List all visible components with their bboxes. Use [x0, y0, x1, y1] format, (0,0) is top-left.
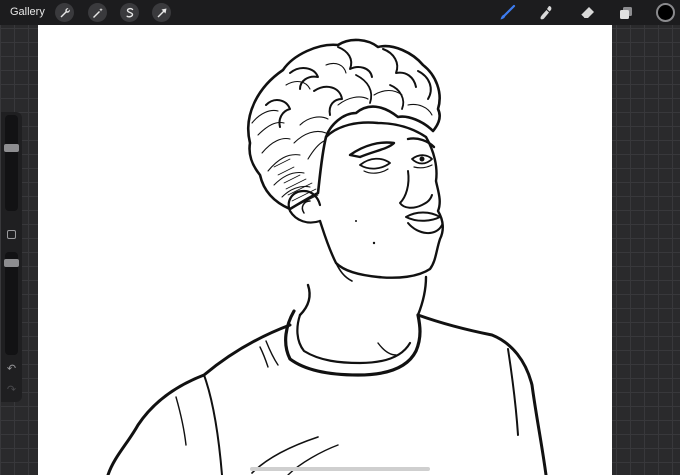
undo-icon[interactable]: ↶ — [5, 363, 18, 375]
eyebrow-left — [348, 141, 396, 159]
eraser-icon — [580, 6, 594, 18]
smudge-tool-button[interactable] — [537, 3, 557, 22]
face-outline — [318, 121, 444, 279]
portrait-line-art — [106, 38, 548, 475]
home-indicator — [250, 467, 430, 471]
lower-lip — [407, 222, 443, 234]
hair-curl-7 — [355, 74, 373, 104]
selection-icon — [126, 7, 133, 18]
hair-curl-6 — [313, 85, 343, 116]
drawing-canvas[interactable] — [38, 25, 612, 475]
transform-arrow-icon — [157, 8, 166, 17]
eraser-tool-button[interactable] — [577, 3, 597, 22]
pupil-right — [419, 156, 425, 162]
transform-button[interactable] — [152, 3, 171, 22]
selection-button[interactable] — [120, 3, 139, 22]
hair-outline — [247, 38, 441, 211]
brush-icon — [500, 4, 516, 19]
nose — [399, 170, 433, 209]
brush-size-handle[interactable] — [4, 144, 19, 152]
upper-lip — [405, 211, 441, 222]
right-sleeve-seam — [507, 348, 519, 436]
adjustments-button[interactable] — [88, 3, 107, 22]
actions-button[interactable] — [55, 3, 74, 22]
layers-icon — [620, 6, 632, 19]
brush-tool-button[interactable] — [497, 3, 517, 22]
shirt-collar-inner — [296, 313, 412, 365]
shoulder-left — [106, 323, 292, 475]
wrench-icon — [60, 7, 70, 17]
eye-left — [359, 157, 391, 170]
hair-curl-2 — [337, 46, 373, 78]
shirt-collar-outer — [284, 309, 422, 377]
shoulder-right — [416, 313, 548, 475]
hair-curl-1 — [289, 67, 319, 90]
left-sleeve-seam — [203, 374, 223, 475]
modify-square-icon[interactable] — [7, 230, 16, 239]
top-toolbar: Gallery — [0, 0, 680, 25]
brush-size-slider[interactable] — [5, 115, 18, 211]
opacity-slider[interactable] — [5, 252, 18, 355]
hair-curl-5 — [417, 70, 432, 100]
color-picker-button[interactable] — [656, 3, 675, 22]
magic-wand-icon — [92, 7, 103, 18]
left-sidebar: ↶ ↷ — [1, 112, 22, 402]
smudge-icon — [540, 5, 552, 19]
hair-curl-8 — [389, 84, 405, 110]
gallery-button[interactable]: Gallery — [10, 6, 45, 18]
neck-right — [416, 275, 428, 317]
redo-icon[interactable]: ↷ — [5, 384, 18, 396]
layers-button[interactable] — [616, 3, 636, 22]
opacity-handle[interactable] — [4, 259, 19, 267]
neck-left — [298, 283, 311, 317]
